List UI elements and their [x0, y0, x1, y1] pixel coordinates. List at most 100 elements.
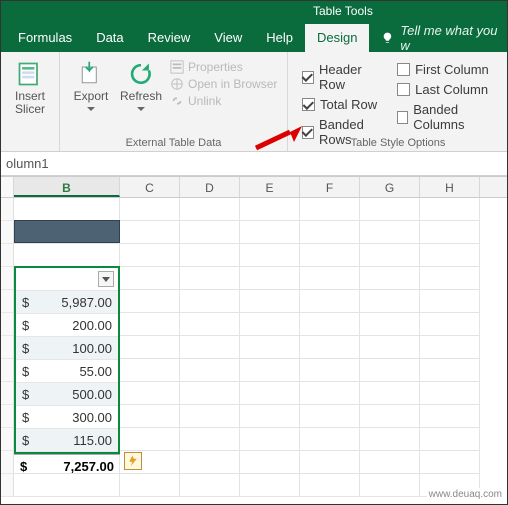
- cell[interactable]: [300, 405, 360, 428]
- cell[interactable]: [120, 474, 180, 497]
- cell[interactable]: [420, 244, 480, 267]
- checkbox-last-column[interactable]: Last Column: [397, 82, 496, 97]
- cell[interactable]: [120, 244, 180, 267]
- select-all-corner[interactable]: [0, 177, 14, 197]
- cell[interactable]: [420, 382, 480, 405]
- cell[interactable]: [240, 428, 300, 451]
- cell[interactable]: [180, 428, 240, 451]
- cell[interactable]: [120, 359, 180, 382]
- cell[interactable]: [240, 198, 300, 221]
- cell[interactable]: [240, 290, 300, 313]
- cell[interactable]: [360, 336, 420, 359]
- col-header-G[interactable]: G: [360, 177, 420, 197]
- cell[interactable]: [300, 221, 360, 244]
- cell[interactable]: [300, 336, 360, 359]
- refresh-button[interactable]: Refresh: [116, 56, 166, 111]
- cell[interactable]: [240, 267, 300, 290]
- cell[interactable]: [300, 198, 360, 221]
- cell[interactable]: [420, 198, 480, 221]
- col-header-D[interactable]: D: [180, 177, 240, 197]
- cell[interactable]: [240, 244, 300, 267]
- cell[interactable]: [420, 428, 480, 451]
- cell[interactable]: [300, 313, 360, 336]
- cell[interactable]: [240, 313, 300, 336]
- table-header-cell[interactable]: [14, 220, 120, 243]
- checkbox-header-row[interactable]: Header Row: [302, 62, 385, 92]
- cell[interactable]: [240, 474, 300, 497]
- filter-row[interactable]: [16, 268, 118, 291]
- table-row[interactable]: $300.00: [16, 406, 118, 429]
- spreadsheet-grid[interactable]: B C D E F G H // placeholder — actual ro…: [0, 176, 508, 497]
- insert-slicer-button[interactable]: InsertSlicer: [6, 56, 54, 116]
- export-button[interactable]: Export: [66, 56, 116, 111]
- cell[interactable]: [180, 359, 240, 382]
- tab-data[interactable]: Data: [84, 24, 135, 52]
- cell[interactable]: [120, 198, 180, 221]
- cell[interactable]: [360, 244, 420, 267]
- cell[interactable]: [360, 474, 420, 497]
- cell[interactable]: [240, 382, 300, 405]
- cell[interactable]: [120, 290, 180, 313]
- cell[interactable]: [420, 405, 480, 428]
- cell[interactable]: [360, 428, 420, 451]
- cell[interactable]: [120, 313, 180, 336]
- col-header-H[interactable]: H: [420, 177, 480, 197]
- cell[interactable]: [180, 336, 240, 359]
- table-row[interactable]: $100.00: [16, 337, 118, 360]
- cell[interactable]: [360, 267, 420, 290]
- filter-dropdown-button[interactable]: [98, 271, 114, 287]
- cell[interactable]: [180, 405, 240, 428]
- cell[interactable]: [240, 359, 300, 382]
- cell[interactable]: [180, 244, 240, 267]
- cell[interactable]: [300, 428, 360, 451]
- cell[interactable]: [240, 405, 300, 428]
- tab-formulas[interactable]: Formulas: [6, 24, 84, 52]
- cell[interactable]: [360, 198, 420, 221]
- selection-range[interactable]: $5,987.00$200.00$100.00$55.00$500.00$300…: [14, 266, 120, 454]
- cell[interactable]: [300, 382, 360, 405]
- cell[interactable]: [300, 359, 360, 382]
- cell[interactable]: [360, 451, 420, 474]
- col-header-E[interactable]: E: [240, 177, 300, 197]
- cell[interactable]: [180, 198, 240, 221]
- tab-design[interactable]: Design: [305, 24, 369, 52]
- smart-tag-button[interactable]: [124, 452, 142, 470]
- tab-view[interactable]: View: [202, 24, 254, 52]
- table-row[interactable]: $55.00: [16, 360, 118, 383]
- cell[interactable]: [120, 221, 180, 244]
- cell[interactable]: [120, 405, 180, 428]
- cell[interactable]: [360, 359, 420, 382]
- name-box[interactable]: olumn1: [6, 156, 49, 171]
- cell[interactable]: [300, 451, 360, 474]
- table-row[interactable]: $115.00: [16, 429, 118, 452]
- cell[interactable]: [120, 267, 180, 290]
- cell[interactable]: [300, 267, 360, 290]
- table-row[interactable]: $500.00: [16, 383, 118, 406]
- table-row[interactable]: $5,987.00: [16, 291, 118, 314]
- cell[interactable]: [180, 290, 240, 313]
- cell[interactable]: [240, 221, 300, 244]
- col-header-F[interactable]: F: [300, 177, 360, 197]
- cell[interactable]: [180, 221, 240, 244]
- cell[interactable]: [420, 336, 480, 359]
- cell[interactable]: [420, 267, 480, 290]
- cell[interactable]: [180, 474, 240, 497]
- cell[interactable]: [240, 336, 300, 359]
- tab-help[interactable]: Help: [254, 24, 305, 52]
- checkbox-banded-columns[interactable]: Banded Columns: [397, 102, 496, 132]
- cell[interactable]: [300, 290, 360, 313]
- cell[interactable]: [14, 474, 120, 497]
- table-row[interactable]: $200.00: [16, 314, 118, 337]
- col-header-C[interactable]: C: [120, 177, 180, 197]
- cell[interactable]: [360, 290, 420, 313]
- cell[interactable]: [420, 290, 480, 313]
- cell[interactable]: [240, 451, 300, 474]
- cell[interactable]: [180, 451, 240, 474]
- cell[interactable]: [420, 313, 480, 336]
- cell[interactable]: [360, 405, 420, 428]
- col-header-B[interactable]: B: [14, 177, 120, 197]
- cell[interactable]: [300, 244, 360, 267]
- cell[interactable]: [360, 382, 420, 405]
- checkbox-total-row[interactable]: Total Row: [302, 97, 385, 112]
- cell[interactable]: [180, 382, 240, 405]
